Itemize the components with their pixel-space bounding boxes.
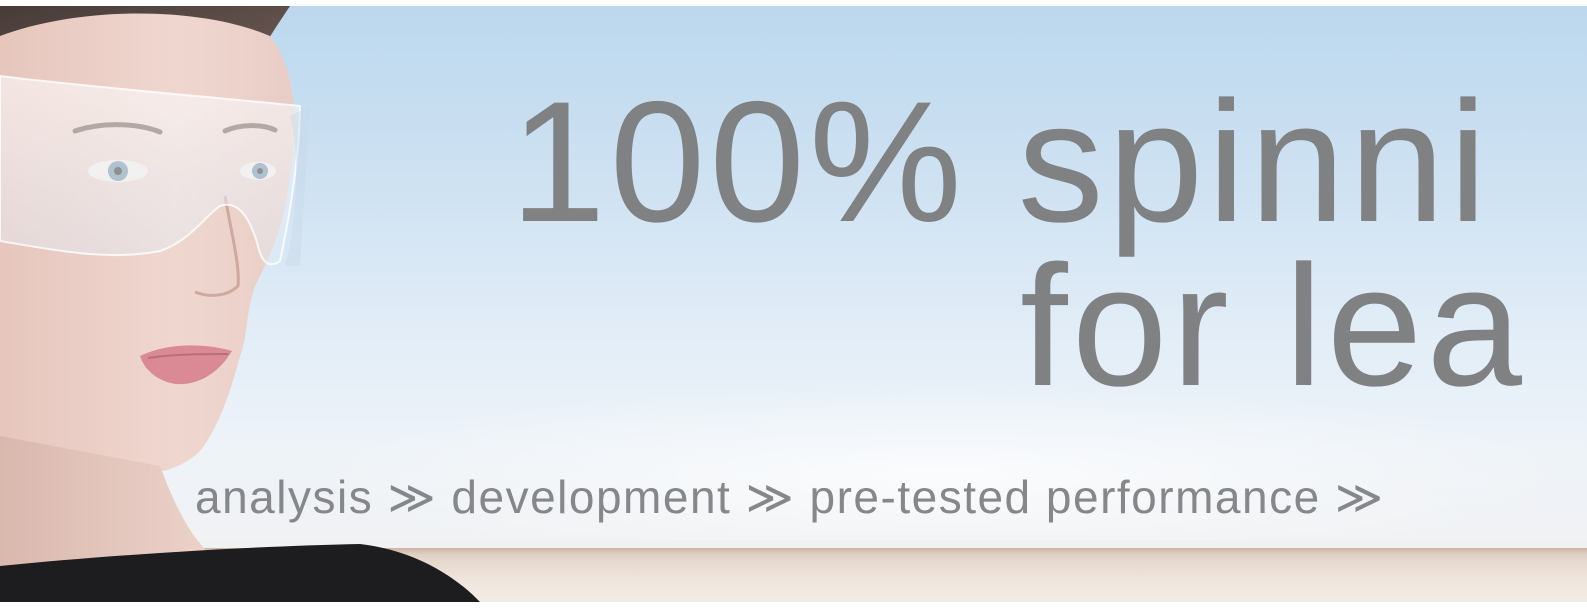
headline-line-1: 100% spinni — [510, 66, 1492, 258]
headline-line-2: for lea — [1020, 230, 1527, 422]
hero-banner: 100% spinni for lea analysis ≫ developme… — [0, 0, 1587, 608]
tagline: analysis ≫ development ≫ pre-tested perf… — [195, 471, 1385, 523]
